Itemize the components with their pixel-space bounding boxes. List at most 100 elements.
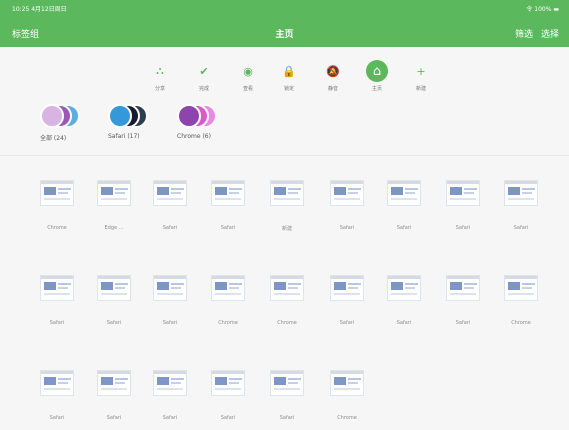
thumbnail-block	[331, 371, 363, 374]
tab-thumbnail[interactable]	[97, 370, 131, 396]
tab-caption: Safari	[455, 320, 471, 326]
thumbnail-block	[157, 388, 183, 390]
thumbnail-block	[115, 287, 125, 289]
tab-thumbnail[interactable]	[330, 370, 364, 396]
tab-caption: 新建	[281, 226, 292, 232]
tab-caption: Edge ...	[104, 225, 124, 231]
tab-thumbnail[interactable]	[387, 180, 421, 206]
thumbnail-block	[44, 198, 70, 200]
tab-thumbnail[interactable]	[330, 180, 364, 206]
thumbnail-block	[44, 187, 56, 195]
tab-thumbnail[interactable]	[97, 275, 131, 301]
tab-grid: Chrome Edge ... Safari Safari 新建 Safari Safari…	[0, 0, 569, 430]
thumbnail-block	[157, 282, 169, 290]
tab-caption: Safari	[106, 320, 122, 326]
thumbnail-block	[522, 188, 535, 190]
thumbnail-block	[274, 377, 286, 385]
thumbnail-block	[229, 378, 242, 380]
tab-thumbnail[interactable]	[153, 370, 187, 396]
thumbnail-block	[405, 192, 415, 194]
thumbnail-block	[41, 276, 73, 279]
tab-thumbnail[interactable]	[446, 180, 480, 206]
thumbnail-block	[274, 198, 300, 200]
thumbnail-block	[334, 377, 346, 385]
thumbnail-block	[522, 192, 532, 194]
tab-thumbnail[interactable]	[504, 180, 538, 206]
thumbnail-block	[212, 181, 244, 184]
tab-caption: Chrome	[511, 320, 531, 326]
thumbnail-block	[348, 382, 358, 384]
thumbnail-block	[464, 188, 477, 190]
tab-thumbnail[interactable]	[153, 180, 187, 206]
thumbnail-block	[522, 283, 535, 285]
tab-thumbnail[interactable]	[97, 180, 131, 206]
thumbnail-block	[101, 377, 113, 385]
thumbnail-block	[334, 388, 360, 390]
thumbnail-block	[157, 198, 183, 200]
thumbnail-block	[508, 187, 520, 195]
tab-caption: Safari	[162, 415, 178, 421]
thumbnail-block	[58, 283, 71, 285]
tab-thumbnail[interactable]	[211, 180, 245, 206]
thumbnail-block	[505, 181, 537, 184]
thumbnail-block	[215, 377, 227, 385]
tab-thumbnail[interactable]	[270, 180, 304, 206]
tab-thumbnail[interactable]	[330, 275, 364, 301]
thumbnail-block	[58, 192, 68, 194]
thumbnail-block	[288, 192, 298, 194]
thumbnail-block	[334, 198, 360, 200]
tab-thumbnail[interactable]	[270, 370, 304, 396]
thumbnail-block	[229, 283, 242, 285]
thumbnail-block	[157, 293, 183, 295]
tab-caption: Safari	[396, 225, 412, 231]
tab-caption: Safari	[162, 225, 178, 231]
tab-thumbnail[interactable]	[40, 370, 74, 396]
thumbnail-block	[508, 282, 520, 290]
thumbnail-block	[288, 378, 301, 380]
thumbnail-block	[334, 293, 360, 295]
tab-caption: Chrome	[337, 415, 357, 421]
thumbnail-block	[215, 282, 227, 290]
thumbnail-block	[44, 282, 56, 290]
tab-thumbnail[interactable]	[270, 275, 304, 301]
thumbnail-block	[58, 378, 71, 380]
thumbnail-block	[44, 377, 56, 385]
tab-caption: Safari	[49, 415, 65, 421]
tab-thumbnail[interactable]	[387, 275, 421, 301]
thumbnail-block	[334, 282, 346, 290]
tab-thumbnail[interactable]	[40, 275, 74, 301]
thumbnail-block	[215, 187, 227, 195]
thumbnail-block	[450, 187, 462, 195]
thumbnail-block	[450, 198, 476, 200]
tab-thumbnail[interactable]	[211, 370, 245, 396]
thumbnail-block	[450, 293, 476, 295]
thumbnail-block	[447, 181, 479, 184]
thumbnail-block	[391, 282, 403, 290]
thumbnail-block	[171, 188, 184, 190]
tab-caption: Safari	[339, 320, 355, 326]
thumbnail-block	[115, 283, 128, 285]
tab-caption: Safari	[106, 415, 122, 421]
thumbnail-block	[41, 181, 73, 184]
thumbnail-block	[215, 388, 241, 390]
tab-caption: Chrome	[47, 225, 67, 231]
tab-thumbnail[interactable]	[153, 275, 187, 301]
tab-thumbnail[interactable]	[504, 275, 538, 301]
tab-thumbnail[interactable]	[446, 275, 480, 301]
tab-thumbnail[interactable]	[211, 275, 245, 301]
thumbnail-block	[405, 283, 418, 285]
tab-caption: Safari	[396, 320, 412, 326]
thumbnail-block	[288, 188, 301, 190]
thumbnail-block	[391, 293, 417, 295]
thumbnail-block	[157, 377, 169, 385]
thumbnail-block	[157, 187, 169, 195]
thumbnail-block	[274, 282, 286, 290]
thumbnail-block	[115, 192, 125, 194]
thumbnail-block	[44, 388, 70, 390]
tab-thumbnail[interactable]	[40, 180, 74, 206]
thumbnail-block	[101, 282, 113, 290]
thumbnail-block	[522, 287, 532, 289]
thumbnail-block	[348, 283, 361, 285]
thumbnail-block	[101, 388, 127, 390]
thumbnail-block	[450, 282, 462, 290]
